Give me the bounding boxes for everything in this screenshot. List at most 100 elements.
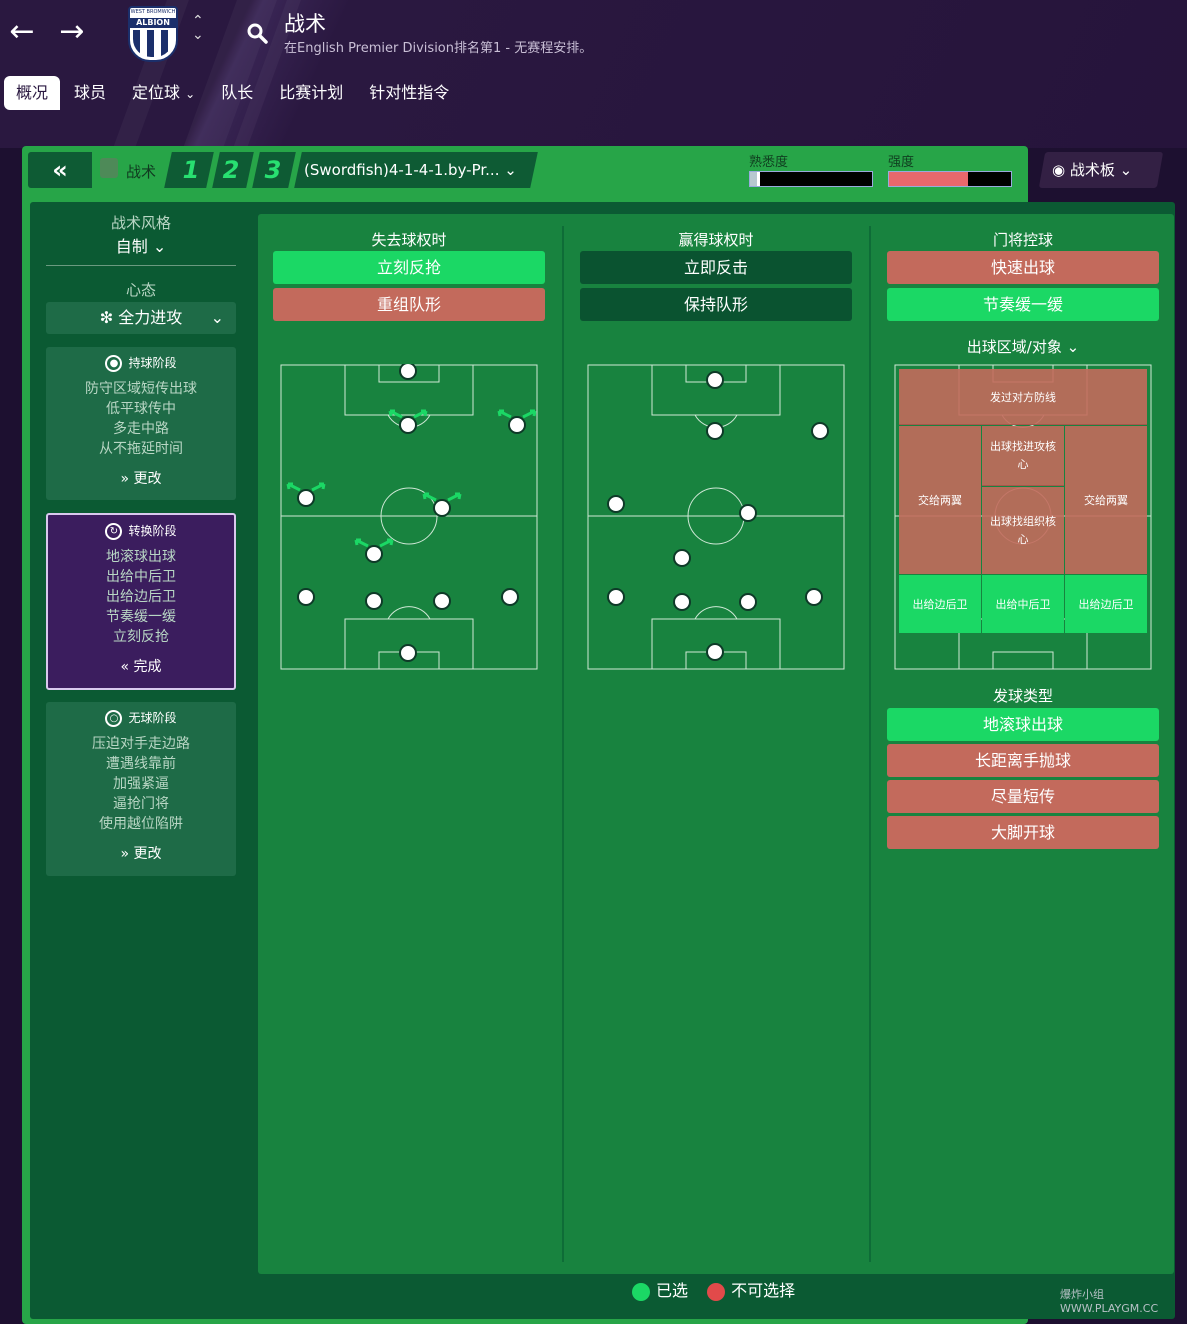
formation-name: (Swordfish)4-1-4-1.by-Pr...	[304, 161, 500, 179]
zone-right-wing[interactable]: 交给两翼	[1065, 426, 1147, 574]
zone-centre-backs[interactable]: 出给中后卫	[982, 575, 1064, 633]
zone-label: 交给两翼	[1084, 494, 1128, 507]
distribute-quickly-option[interactable]: 快速出球	[887, 251, 1159, 284]
distribution-zones: 发过对方防线 交给两翼 出球找进攻核心 出球找组织核心 交给两翼 出给边后卫 出…	[894, 364, 1152, 670]
throw-it-long-option[interactable]: 长距离手抛球	[887, 744, 1159, 777]
tactic-label: 战术	[126, 163, 157, 181]
tab-label: 队长	[221, 83, 254, 102]
page-subtitle: 在English Premier Division排名第1 - 无赛程安排。	[284, 41, 593, 56]
tab-captains[interactable]: 队长	[209, 76, 265, 110]
distribution-type-heading: 发球类型	[992, 687, 1053, 705]
press-arrow-icon	[422, 492, 437, 502]
zone-target-man[interactable]: 出球找进攻核心	[982, 426, 1064, 486]
hold-shape-option[interactable]: 保持队形	[580, 288, 852, 321]
player-marker	[399, 416, 417, 434]
edit-button[interactable]: » 更改	[46, 844, 236, 864]
player-marker	[399, 364, 417, 380]
lose-ball-heading: 失去球权时	[371, 231, 447, 249]
press-arrow-icon	[311, 482, 326, 492]
intensity-fill	[889, 172, 969, 186]
chevron-down-icon: ⌄	[185, 87, 196, 101]
player-marker	[365, 545, 383, 563]
zone-left-fullback[interactable]: 出给边后卫	[899, 575, 981, 633]
page-title: 战术	[284, 12, 326, 36]
regroup-option[interactable]: 重组队形	[273, 288, 545, 321]
out-of-possession-card[interactable]: ○ 无球阶段 压迫对手走边路 遭遇线靠前 加强紧逼 逼抢门将 使用越位陷阱 » 更…	[46, 702, 236, 876]
pitch-win-ball	[587, 364, 845, 670]
player-marker	[706, 643, 724, 661]
player-marker	[739, 504, 757, 522]
player-marker	[706, 371, 724, 389]
take-short-kicks-option[interactable]: 尽量短传	[887, 780, 1159, 813]
chevron-down-icon: ⌄	[210, 308, 224, 327]
player-marker	[706, 422, 724, 440]
roll-it-out-option[interactable]: 地滚球出球	[887, 708, 1159, 741]
player-marker	[607, 588, 625, 606]
six-yard-box-bottom	[992, 651, 1054, 670]
zone-beyond-defence[interactable]: 发过对方防线	[899, 369, 1147, 425]
zone-left-wing[interactable]: 交给两翼	[899, 426, 981, 574]
take-long-kicks-option[interactable]: 大脚开球	[887, 816, 1159, 849]
back-arrow-icon[interactable]: ←	[6, 16, 38, 48]
club-switch-chevrons-icon[interactable]: ⌃ ⌄	[192, 14, 204, 42]
eye-icon: ◉	[1052, 161, 1066, 179]
tab-set-pieces[interactable]: 定位球 ⌄	[120, 76, 207, 110]
edit-button[interactable]: » 更改	[46, 469, 236, 489]
tab-label: 比赛计划	[279, 83, 344, 102]
press-arrow-icon	[388, 409, 403, 419]
zone-playmaker[interactable]: 出球找组织核心	[982, 487, 1064, 574]
double-chevron-left-icon[interactable]: «	[28, 152, 92, 188]
win-ball-heading: 赢得球权时	[678, 231, 754, 249]
pitch-lose-ball	[280, 364, 538, 670]
player-marker	[811, 422, 829, 440]
style-label: 战术风格	[110, 214, 171, 232]
intensity-meter[interactable]	[888, 171, 1012, 187]
tab-overview[interactable]: 概况	[4, 76, 61, 110]
chevron-down-icon: ⌄	[504, 161, 517, 179]
player-marker	[607, 495, 625, 513]
tactics-sidebar: 战术风格 自制 ⌄	[46, 212, 236, 257]
player-marker	[297, 489, 315, 507]
slow-pace-down-option[interactable]: 节奏缓一缓	[887, 288, 1159, 321]
top-header	[0, 0, 1187, 148]
tactic-slot-2[interactable]: 2	[214, 152, 248, 188]
mentality-icon: ❇	[99, 308, 114, 327]
familiarity-meter[interactable]	[749, 171, 873, 187]
counter-option[interactable]: 立即反击	[580, 251, 852, 284]
counter-press-option[interactable]: 立刻反抢	[273, 251, 545, 284]
chevron-down-icon: ⌄	[1119, 161, 1133, 179]
player-marker	[501, 588, 519, 606]
legend: 已选 不可选择	[632, 1280, 795, 1302]
edit-label: 更改	[133, 846, 162, 862]
player-marker	[508, 416, 526, 434]
done-button[interactable]: « 完成	[48, 657, 234, 677]
tab-match-plan[interactable]: 比赛计划	[267, 76, 355, 110]
in-possession-card[interactable]: ● 持球阶段 防守区域短传出球 低平球传中 多走中路 从不拖延时间 » 更改	[46, 347, 236, 500]
mentality-select[interactable]: ❇ 全力进攻 ⌄	[46, 302, 236, 334]
tactic-slot-1[interactable]: 1	[174, 152, 208, 188]
style-select[interactable]: 自制 ⌄	[46, 233, 236, 257]
done-label: 完成	[133, 659, 162, 675]
distribution-area-select[interactable]: 出球区域/对象 ⌄	[887, 336, 1159, 357]
tactics-board-label[interactable]: ◉ 战术板 ⌄	[1052, 152, 1132, 188]
legend-selected: 已选	[656, 1281, 689, 1300]
formation-select[interactable]: (Swordfish)4-1-4-1.by-Pr... ⌄	[304, 152, 517, 188]
distribution-area-label: 出球区域/对象	[966, 338, 1062, 356]
tab-label: 概况	[16, 83, 49, 102]
tab-players[interactable]: 球员	[62, 76, 118, 110]
zone-right-fullback[interactable]: 出给边后卫	[1065, 575, 1147, 633]
chevron-down-icon: ⌄	[1066, 338, 1080, 356]
player-marker	[433, 592, 451, 610]
forward-arrow-icon[interactable]: →	[56, 16, 88, 48]
tactic-slot-3[interactable]: 3	[256, 152, 290, 188]
instruction-line: 使用越位陷阱	[99, 816, 183, 832]
card-title: 持球阶段	[128, 356, 177, 370]
search-icon[interactable]	[246, 22, 268, 44]
transition-card[interactable]: ↻ 转换阶段 地滚球出球 出给中后卫 出给边后卫 节奏缓一缓 立刻反抢 « 完成	[46, 513, 236, 690]
tactics-toolbar: « 战术 1 2 3 (Swordfish)4-1-4-1.by-Pr... ⌄…	[22, 146, 1028, 192]
familiarity-fill	[750, 172, 760, 186]
player-marker	[805, 588, 823, 606]
club-crest-logo[interactable]: WEST BROMWICH ALBION	[128, 6, 178, 62]
double-chevron-right-icon: »	[120, 471, 130, 487]
tab-opposition-instructions[interactable]: 针对性指令	[357, 76, 461, 110]
